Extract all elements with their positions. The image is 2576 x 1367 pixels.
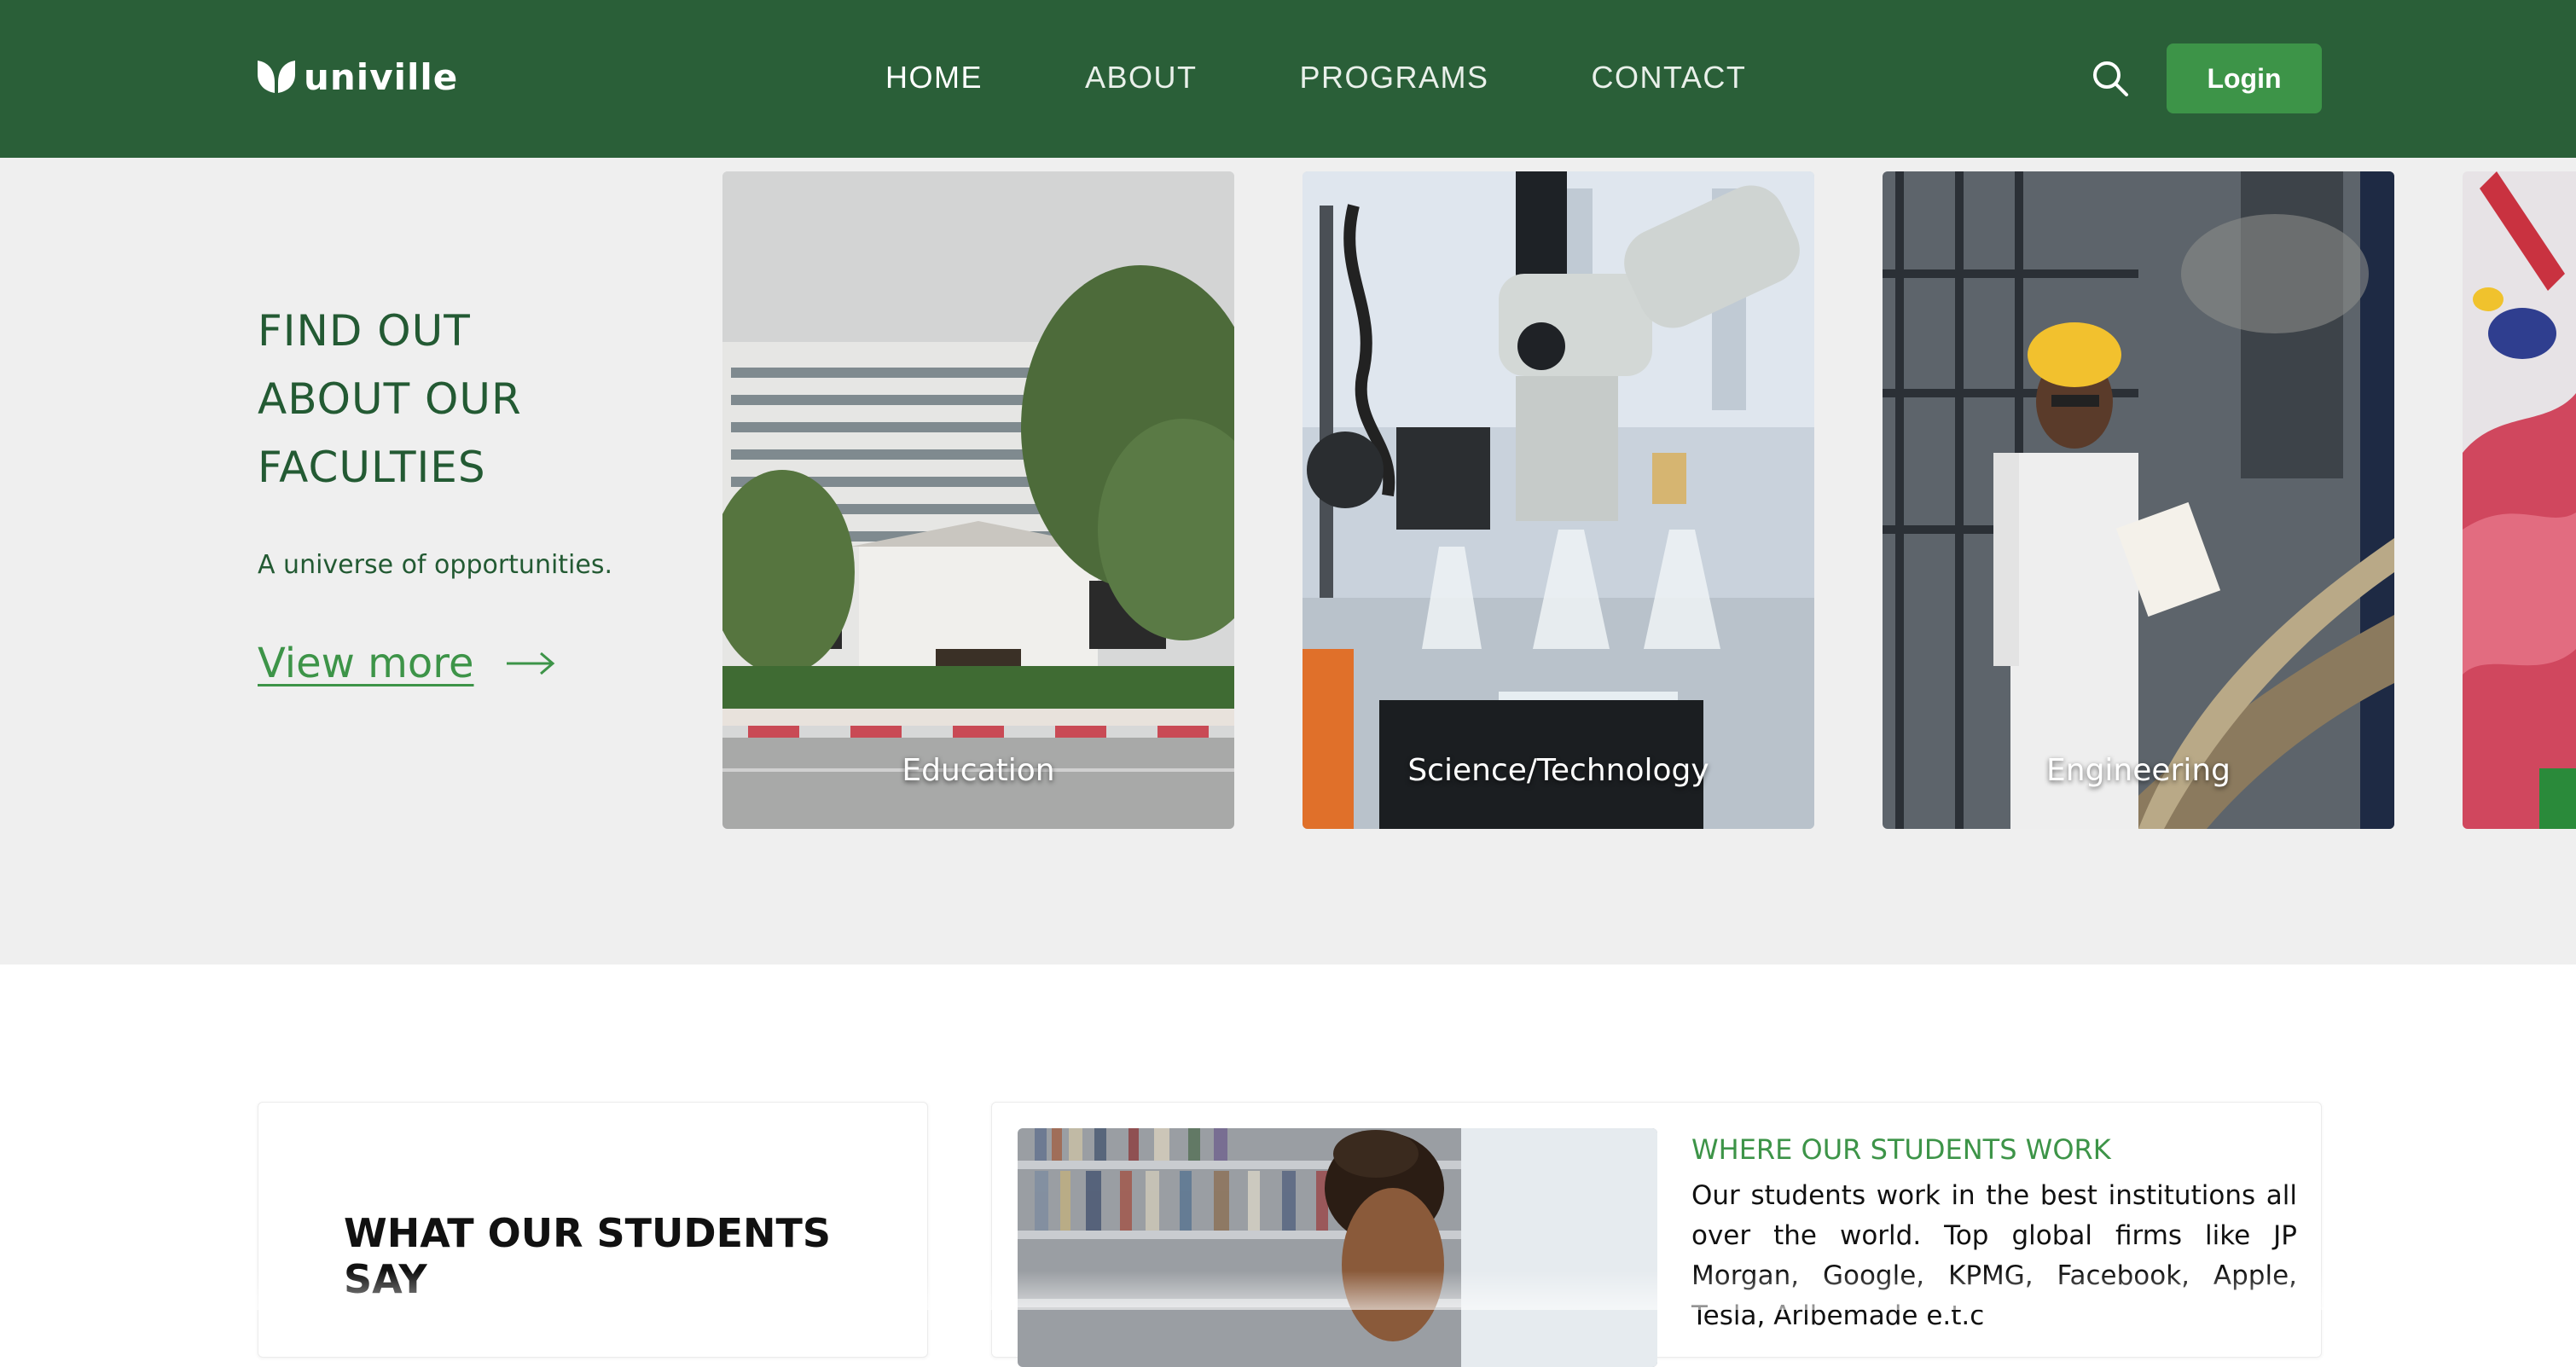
view-more-label: View more	[258, 640, 474, 687]
faculties-title: FIND OUT ABOUT OUR FACULTIES	[258, 297, 616, 501]
faculty-card-label: Science/Technology	[1407, 753, 1709, 788]
faculty-card-science-technology[interactable]: Science/Technology	[1303, 171, 1814, 829]
students-work-card: WHERE OUR STUDENTS WORK Our students wor…	[991, 1102, 2322, 1367]
faculties-section: FIND OUT ABOUT OUR FACULTIES A universe …	[0, 158, 2576, 964]
arrow-right-icon	[506, 652, 554, 675]
faculties-title-line: FIND OUT	[258, 306, 471, 356]
brand-name: univille	[304, 56, 459, 98]
nav-item-home[interactable]: HOME	[885, 60, 983, 96]
engineer-plant-image	[1883, 171, 2394, 829]
faculties-subtitle: A universe of opportunities.	[258, 550, 613, 580]
nav-item-about[interactable]: ABOUT	[1085, 60, 1198, 96]
leaf-logo-icon	[258, 60, 295, 93]
paint-art-image	[2463, 171, 2576, 829]
faculties-title-line: ABOUT OUR	[258, 374, 522, 424]
login-button[interactable]: Login	[2167, 43, 2322, 113]
faculty-card-education[interactable]: Education	[722, 171, 1234, 829]
nav-item-programs[interactable]: PROGRAMS	[1300, 60, 1489, 96]
search-icon[interactable]	[2090, 58, 2131, 99]
microscope-lab-image	[1303, 171, 1814, 829]
brand-logo[interactable]: univille	[256, 56, 458, 98]
education-building-image	[722, 171, 1234, 829]
faculty-card-art[interactable]	[2463, 171, 2576, 829]
students-say-card: WHAT OUR STUDENTS SAY	[258, 1102, 928, 1358]
faculty-card-label: Engineering	[2046, 753, 2231, 788]
view-more-link[interactable]: View more	[258, 640, 556, 687]
students-work-text: Our students work in the best institutio…	[1691, 1180, 2297, 1331]
students-say-title: WHAT OUR STUDENTS SAY	[344, 1210, 832, 1302]
faculty-card-label: Education	[902, 753, 1055, 788]
nav-item-contact[interactable]: CONTACT	[1592, 60, 1747, 96]
student-library-photo	[1018, 1128, 1657, 1367]
faculty-card-engineering[interactable]: Engineering	[1883, 171, 2394, 829]
faculties-title-line: FACULTIES	[258, 443, 486, 492]
students-work-title: WHERE OUR STUDENTS WORK	[1691, 1133, 2111, 1166]
library-bookshelf-image	[1018, 1128, 1657, 1367]
site-header: univille HOME ABOUT PROGRAMS CONTACT Log…	[0, 0, 2576, 158]
main-nav: HOME ABOUT PROGRAMS CONTACT	[885, 60, 1848, 96]
